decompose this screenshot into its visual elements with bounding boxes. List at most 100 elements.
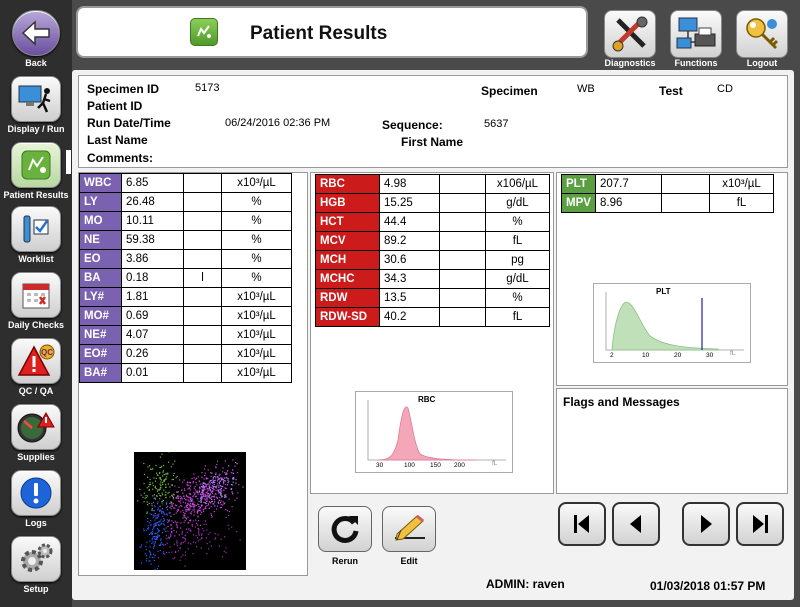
- scatter-dot: [143, 473, 146, 475]
- specimen-label: Specimen: [481, 84, 538, 98]
- scatter-dot: [173, 529, 175, 532]
- scatter-dot: [206, 497, 208, 499]
- scatter-dot: [193, 487, 195, 489]
- scatter-dot: [153, 543, 155, 545]
- parameter-name: PLT: [561, 174, 596, 194]
- scatter-dot: [198, 533, 200, 535]
- scatter-dot: [215, 489, 217, 491]
- rerun-button[interactable]: [318, 506, 372, 552]
- result-flag: [183, 306, 222, 326]
- scatter-dot: [186, 495, 188, 498]
- scatter-dot: [200, 501, 202, 503]
- scatter-dot: [172, 498, 174, 500]
- scatter-dot: [217, 460, 219, 462]
- scatter-dot: [173, 543, 175, 545]
- scatter-dot: [148, 486, 150, 488]
- edit-button[interactable]: [382, 506, 436, 552]
- scatter-dot: [223, 550, 225, 552]
- scatter-dot: [198, 530, 200, 532]
- scatter-dot: [149, 513, 151, 515]
- scatter-dot: [212, 503, 214, 505]
- scatter-dot: [214, 496, 216, 498]
- table-row: EO# 0.26 x10³/µL: [79, 344, 292, 364]
- scatter-dot: [166, 509, 168, 511]
- sidebar-item-back[interactable]: Back: [0, 10, 72, 68]
- scatter-dot: [193, 501, 195, 503]
- scatter-dot: [152, 482, 154, 484]
- functions-button[interactable]: [670, 10, 722, 58]
- last-record-button[interactable]: [736, 502, 784, 546]
- scatter-dot: [147, 495, 149, 497]
- previous-record-button[interactable]: [612, 502, 660, 546]
- scatter-dot: [239, 539, 241, 541]
- scatter-dot: [167, 526, 169, 528]
- scatter-dot: [215, 508, 218, 510]
- rbc-tick: 150: [430, 462, 441, 469]
- scatter-dot: [160, 481, 162, 483]
- scatter-dot: [145, 494, 147, 497]
- sidebar-item-qc-qa[interactable]: QC QC / QA: [0, 338, 72, 396]
- sidebar-item-setup[interactable]: Setup: [0, 536, 72, 594]
- scatter-dot: [152, 468, 154, 470]
- rbc-histogram-curve: [377, 406, 477, 461]
- wbc-results-table: WBC 6.85 x10³/µL LY 26.48% MO 10.11% NE 59.38% EO…: [79, 173, 292, 383]
- result-value: 44.4: [379, 212, 440, 232]
- diagnostics-button[interactable]: [604, 10, 656, 58]
- scatter-dot: [146, 541, 148, 543]
- scatter-dot: [156, 568, 158, 570]
- scatter-dot: [206, 486, 208, 488]
- next-record-button[interactable]: [682, 502, 730, 546]
- scatter-dot: [169, 546, 171, 548]
- scatter-dot: [155, 477, 157, 479]
- parameter-name: EO#: [79, 344, 122, 364]
- main-panel: Specimen ID 5173 Patient ID Run Date/Tim…: [72, 70, 794, 600]
- scatter-dot: [202, 489, 204, 491]
- scatter-dot: [208, 548, 210, 550]
- scatter-dot: [180, 505, 182, 507]
- sequence-value: 5637: [484, 118, 509, 130]
- result-value: 34.3: [379, 269, 440, 289]
- scatter-dot: [211, 472, 213, 474]
- scatter-dot: [194, 486, 196, 488]
- scatter-dot: [215, 487, 217, 489]
- result-unit: %: [221, 211, 292, 231]
- sidebar-item-worklist[interactable]: Worklist: [0, 206, 72, 264]
- scatter-dot: [234, 465, 236, 467]
- scatter-dot: [149, 556, 151, 558]
- result-value: 0.18: [121, 268, 184, 288]
- result-unit: %: [221, 230, 292, 250]
- sidebar-item-display-run[interactable]: Display / Run: [0, 76, 72, 134]
- scatter-dot: [175, 551, 177, 554]
- result-flag: [439, 307, 486, 327]
- scatter-dot: [194, 493, 196, 495]
- scatter-dot: [195, 535, 197, 537]
- sidebar-item-supplies[interactable]: Supplies: [0, 404, 72, 462]
- scatter-dot: [154, 519, 156, 521]
- scatter-dot: [171, 551, 173, 553]
- scatter-dot: [165, 476, 168, 478]
- sidebar-item-patient-results[interactable]: Patient Results: [0, 142, 72, 200]
- scatter-dot: [159, 495, 162, 497]
- scatter-dot: [197, 520, 199, 522]
- scatter-dot: [222, 501, 224, 503]
- scatter-dot: [211, 500, 213, 502]
- scatter-dot: [165, 538, 167, 540]
- result-flag: [439, 174, 486, 194]
- logout-button[interactable]: [736, 10, 788, 58]
- scatter-dot: [218, 492, 220, 494]
- parameter-name: RDW-SD: [315, 307, 380, 327]
- sidebar-item-daily-checks[interactable]: Daily Checks: [0, 272, 72, 330]
- table-row: BA# 0.01 x10³/µL: [79, 363, 292, 383]
- plt-panel: PLT 207.7 x10³/µL MPV 8.96 fL PLT 2 10 20 30 …: [556, 172, 788, 386]
- scatter-dot: [161, 512, 163, 514]
- rerun-label: Rerun: [331, 556, 358, 566]
- first-record-button[interactable]: [558, 502, 606, 546]
- result-flag: [439, 212, 486, 232]
- sidebar-item-logs[interactable]: Logs: [0, 470, 72, 528]
- scatter-dot: [206, 553, 208, 555]
- scatter-dot: [201, 534, 203, 536]
- result-value: 10.11: [121, 211, 184, 231]
- scatter-dot: [193, 514, 195, 516]
- scatter-dot: [155, 525, 157, 527]
- scatter-dot: [228, 480, 230, 482]
